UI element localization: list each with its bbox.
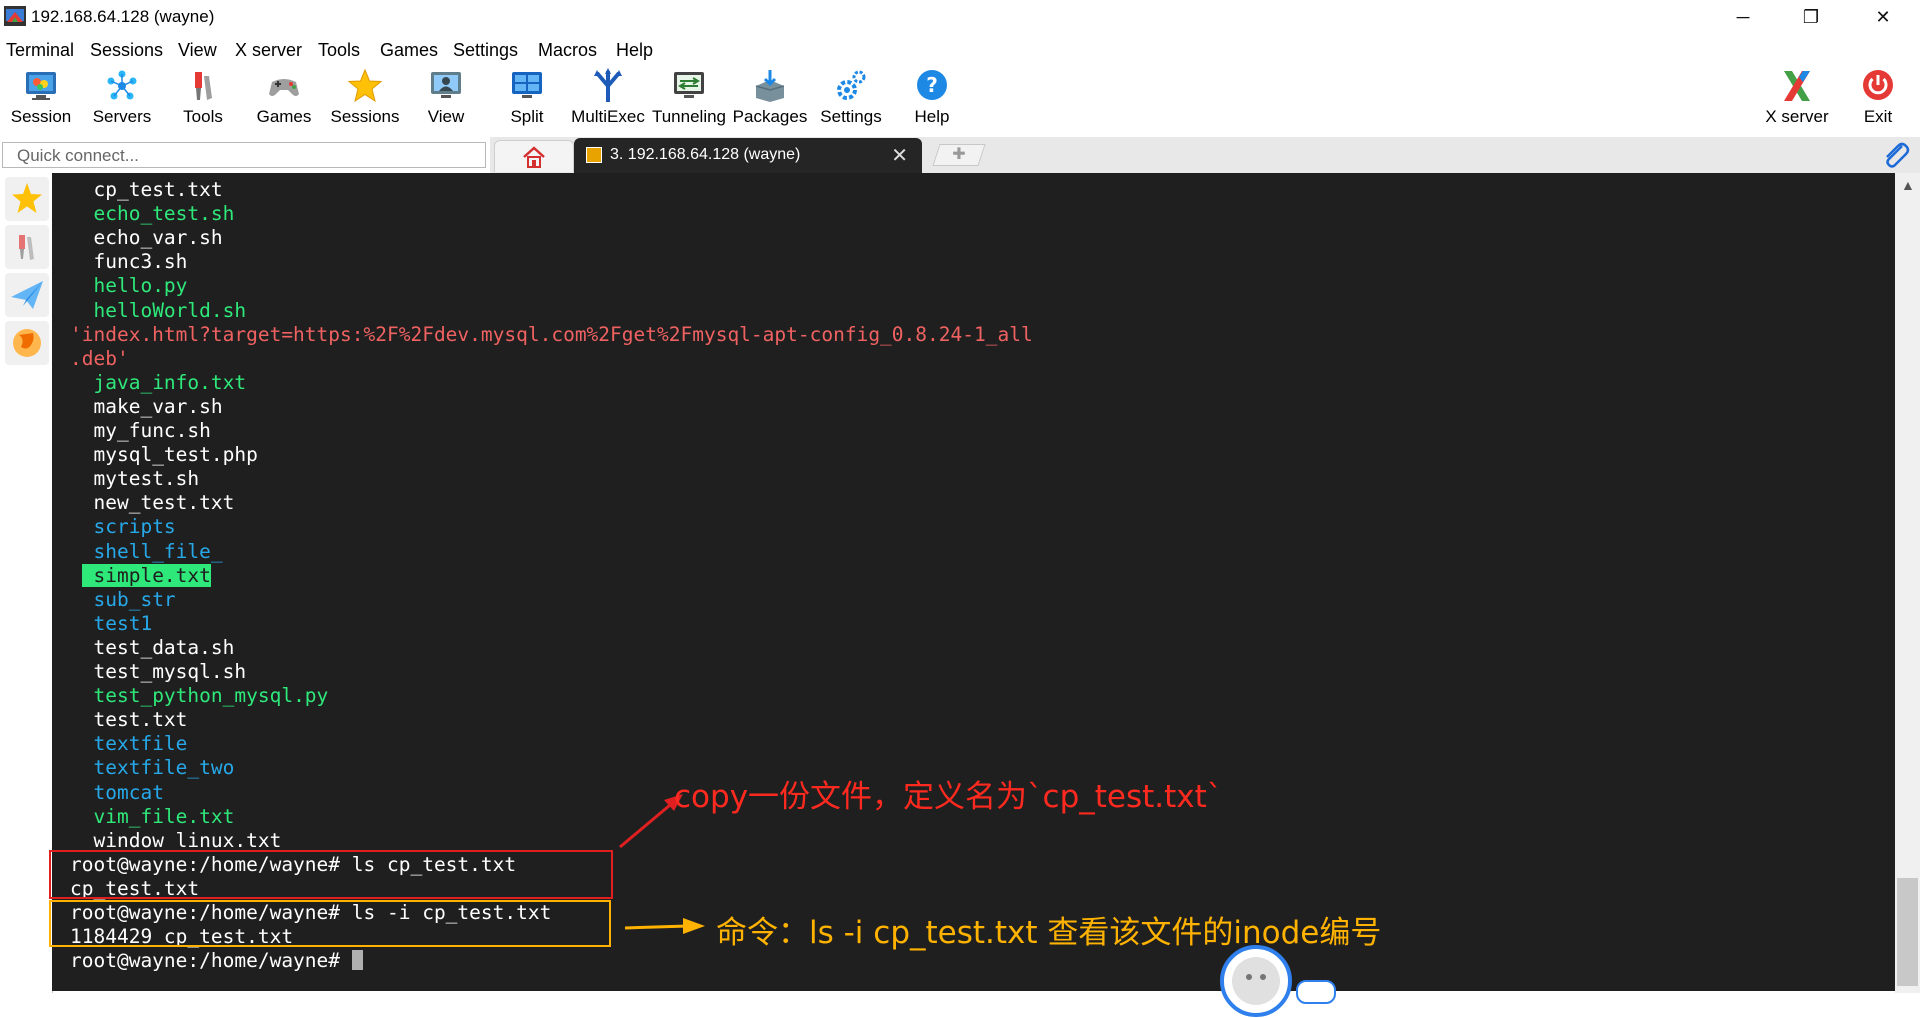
yellow-arrow-head: [683, 918, 705, 934]
yellow-arrow-shaft: [624, 924, 689, 930]
copy-annotation: copy一份文件，定义名为`cp_test.txt`: [674, 779, 1223, 815]
floating-assistant-bubble[interactable]: [1220, 945, 1292, 1017]
assistant-badge[interactable]: [1296, 980, 1336, 1004]
annotation-arrows: [619, 794, 705, 934]
red-arrow-shaft: [619, 798, 677, 849]
assistant-face-icon: [1232, 957, 1280, 1005]
inode-command-annotation: 命令：ls -i cp_test.txt 查看该文件的inode编号: [716, 915, 1382, 951]
